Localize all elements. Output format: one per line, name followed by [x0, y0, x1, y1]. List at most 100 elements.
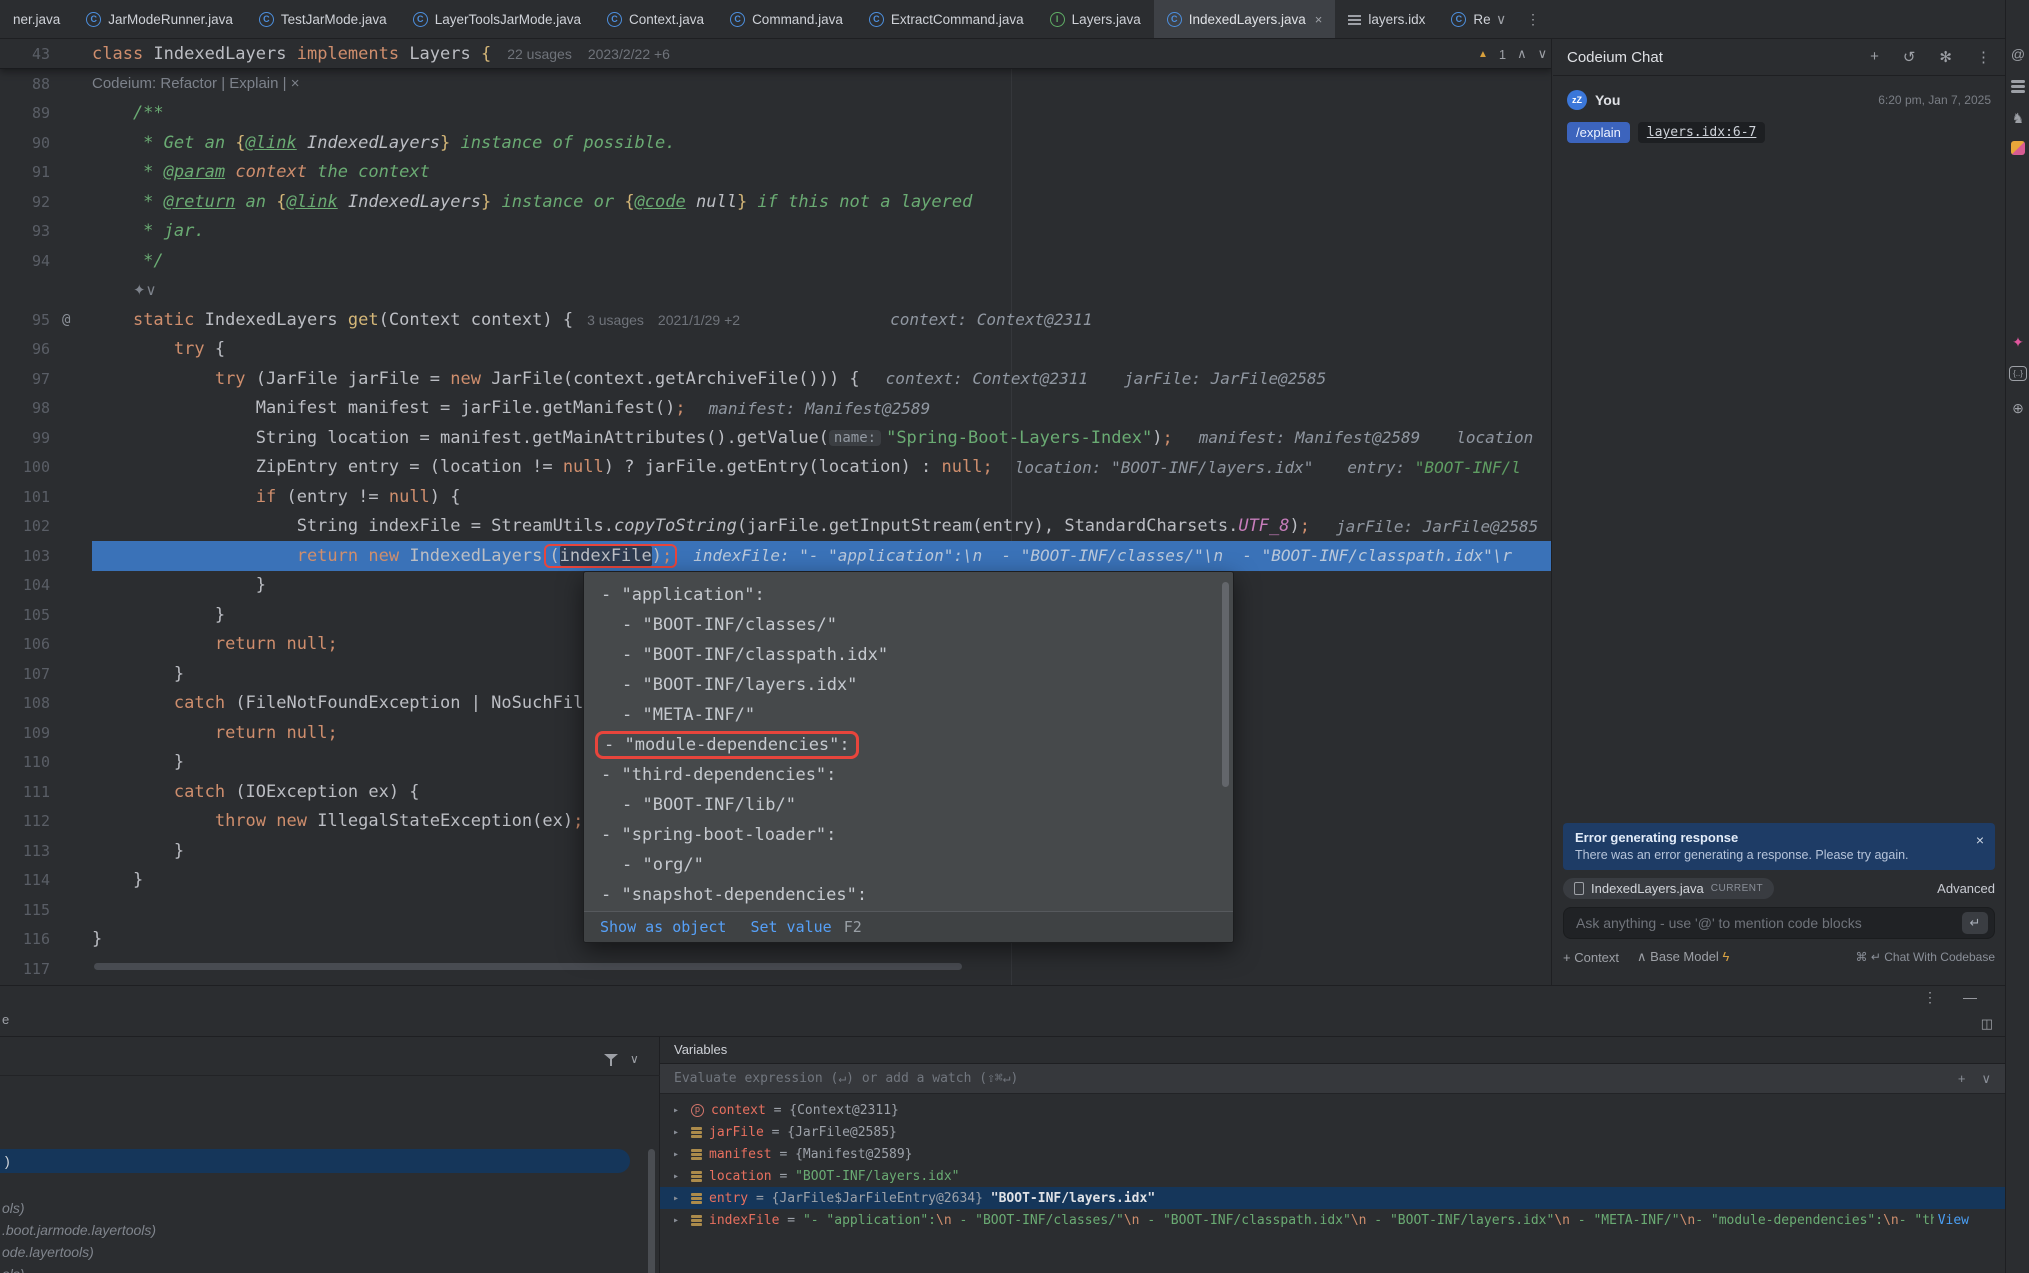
popup-row[interactable]: - "META-INF/" [584, 700, 1233, 730]
view-value-link[interactable]: View [1938, 1213, 1969, 1228]
database-icon[interactable] [2011, 80, 2025, 83]
code-line-88[interactable]: 88Codeium: Refactor | Explain | × [0, 69, 1552, 99]
tab-JarModeRunner.java[interactable]: CJarModeRunner.java [73, 0, 246, 38]
next-warning-icon[interactable]: ∨ [1538, 46, 1548, 62]
popup-row[interactable]: - "BOOT-INF/classpath.idx" [584, 640, 1233, 670]
code-line-91[interactable]: 91 * @param context the context [0, 158, 1552, 188]
popup-row[interactable]: - "org/" [584, 850, 1233, 880]
expand-chevron-icon[interactable]: ▸ [673, 1149, 691, 1160]
inspection-widget[interactable]: ▲1∧∨ [1478, 39, 1547, 69]
popup-row[interactable]: - "snapshot-dependencies": [584, 880, 1233, 910]
tab-more-menu-icon[interactable]: ⋮ [1526, 0, 1540, 39]
settings-gear-icon[interactable]: ✻ [1939, 48, 1952, 66]
code-line-93[interactable]: 93 * jar. [0, 217, 1552, 247]
tab-IndexedLayers.java[interactable]: CIndexedLayers.java× [1154, 0, 1336, 38]
close-icon[interactable]: × [1976, 832, 1984, 848]
tab-TestJarMode.java[interactable]: CTestJarMode.java [246, 0, 400, 38]
code-line-100[interactable]: 100 ZipEntry entry = (location != null) … [0, 453, 1552, 483]
tab-ExtractCommand.java[interactable]: CExtractCommand.java [856, 0, 1037, 38]
evaluate-expression-bar[interactable]: Evaluate expression (↵) or add a watch (… [660, 1064, 2005, 1094]
code-line-99[interactable]: 99 String location = manifest.getMainAtt… [0, 423, 1552, 453]
selected-frame-row[interactable]: ) [0, 1149, 630, 1173]
more-menu-icon[interactable]: ⋮ [1976, 48, 1991, 66]
chat-input-box[interactable]: ↵ [1563, 907, 1995, 939]
expand-chevron-icon[interactable]: ▸ [673, 1193, 691, 1204]
code-line-97[interactable]: 97 try (JarFile jarFile = new JarFile(co… [0, 364, 1552, 394]
code-line-98[interactable]: 98 Manifest manifest = jarFile.getManife… [0, 394, 1552, 424]
code-line-102[interactable]: 102 String indexFile = StreamUtils.copyT… [0, 512, 1552, 542]
frame-row[interactable]: .boot.jarmode.layertools) [0, 1219, 630, 1241]
frame-row[interactable]: ols) [0, 1197, 630, 1219]
frame-row[interactable]: ode.layertools) [0, 1241, 630, 1263]
history-icon[interactable]: ↺ [1903, 48, 1916, 66]
ai-spark-icon[interactable]: ✦ [2006, 334, 2029, 351]
sticky-header-line[interactable]: 43class IndexedLayers implements Layers … [0, 39, 1552, 69]
chat-input[interactable] [1576, 915, 1962, 931]
expand-chevron-icon[interactable]: ▸ [673, 1105, 691, 1116]
show-as-object-link[interactable]: Show as object [600, 918, 726, 936]
tab-layers.idx[interactable]: layers.idx [1335, 0, 1438, 38]
panel-more-icon[interactable]: ⋮ [1923, 989, 1937, 1006]
filter-chevron-icon[interactable]: ∨ [630, 1052, 639, 1066]
popup-row[interactable]: - "BOOT-INF/classes/" [584, 610, 1233, 640]
add-watch-icon[interactable]: + [1958, 1071, 1966, 1087]
popup-row[interactable]: - "third-dependencies": [584, 760, 1233, 790]
horizontal-scrollbar[interactable] [94, 963, 962, 970]
tab-Layers.java[interactable]: ILayers.java [1037, 0, 1154, 38]
plugin-icon[interactable]: ♞ [2006, 110, 2029, 127]
set-value-link[interactable]: Set value [750, 918, 831, 936]
code-line-89[interactable]: 89 /** [0, 99, 1552, 129]
expand-chevron-icon[interactable]: ▸ [673, 1171, 691, 1182]
tab-LayerToolsJarMode.java[interactable]: CLayerToolsJarMode.java [400, 0, 594, 38]
tab-Repacka[interactable]: CRepacka [1438, 0, 1490, 38]
send-enter-icon[interactable]: ↵ [1962, 912, 1988, 934]
code-block-icon[interactable]: {..} [2009, 366, 2027, 381]
prev-warning-icon[interactable]: ∧ [1517, 46, 1527, 62]
expand-chevron-icon[interactable]: ▸ [673, 1215, 691, 1226]
advanced-link[interactable]: Advanced [1937, 881, 1995, 896]
variable-row-context[interactable]: ▸pcontext = {Context@2311} [660, 1099, 2005, 1121]
mentions-icon[interactable]: @ [2006, 46, 2029, 62]
popup-row[interactable]: - "spring-boot-loader": [584, 820, 1233, 850]
code-line-96[interactable]: 96 try { [0, 335, 1552, 365]
popup-row[interactable]: - "application": [584, 580, 1233, 610]
chat-with-codebase[interactable]: ⌘ ↵ Chat With Codebase [1856, 950, 1995, 964]
frame-row[interactable]: ols) [0, 1263, 630, 1273]
variable-row-manifest[interactable]: ▸manifest = {Manifest@2589} [660, 1143, 2005, 1165]
variables-tab-label[interactable]: Variables [674, 1042, 727, 1057]
code-line-103[interactable]: 103 return new IndexedLayers(indexFile);… [0, 541, 1552, 571]
variable-row-entry[interactable]: ▸entry = {JarFile$JarFileEntry@2634} "BO… [660, 1187, 2005, 1209]
package-icon[interactable] [2011, 141, 2025, 155]
filter-funnel-icon[interactable] [604, 1054, 618, 1067]
tab-Context.java[interactable]: CContext.java [594, 0, 717, 38]
popup-row[interactable]: - "BOOT-INF/layers.idx" [584, 670, 1233, 700]
panel-layout-icon[interactable]: ◫ [1981, 1016, 1993, 1032]
expand-chevron-icon[interactable]: ▸ [673, 1127, 691, 1138]
variable-row-indexFile[interactable]: ▸indexFile = "- "application":\n - "BOOT… [660, 1209, 2005, 1231]
popup-row[interactable]: - "BOOT-INF/lib/" [584, 790, 1233, 820]
code-line-92[interactable]: 92 * @return an {@link IndexedLayers} in… [0, 187, 1552, 217]
context-file-pill[interactable]: IndexedLayers.java CURRENT [1563, 878, 1774, 899]
inlay-row[interactable]: ✦∨ [0, 276, 1552, 306]
explain-command-chip[interactable]: /explain [1567, 122, 1630, 143]
file-reference-chip[interactable]: layers.idx:6-7 [1638, 122, 1766, 143]
tab-Command.java[interactable]: CCommand.java [717, 0, 856, 38]
popup-scrollbar[interactable] [1222, 582, 1229, 787]
globe-icon[interactable]: ⊕ [2006, 400, 2029, 417]
variable-row-jarFile[interactable]: ▸jarFile = {JarFile@2585} [660, 1121, 2005, 1143]
model-selector[interactable]: ∧ Base Model ϟ [1637, 949, 1729, 965]
code-line-90[interactable]: 90 * Get an {@link IndexedLayers} instan… [0, 128, 1552, 158]
panel-minimize-icon[interactable]: — [1963, 989, 1977, 1006]
tab-ner.java[interactable]: ner.java [0, 0, 73, 38]
variable-row-location[interactable]: ▸location = "BOOT-INF/layers.idx" [660, 1165, 2005, 1187]
popup-row[interactable]: - "module-dependencies": [584, 730, 1233, 760]
code-line-101[interactable]: 101 if (entry != null) { [0, 482, 1552, 512]
close-icon[interactable]: × [1315, 12, 1323, 27]
code-line-94[interactable]: 94 */ [0, 246, 1552, 276]
evalbar-chevron-icon[interactable]: ∨ [1981, 1071, 1991, 1087]
tab-overflow-chevron-icon[interactable]: ∨ [1496, 0, 1506, 39]
new-chat-icon[interactable]: + [1870, 48, 1879, 66]
code-line-95[interactable]: 95@ static IndexedLayers get(Context con… [0, 305, 1552, 335]
frames-scrollbar[interactable] [648, 1149, 655, 1273]
add-context-button[interactable]: + Context [1563, 950, 1619, 965]
